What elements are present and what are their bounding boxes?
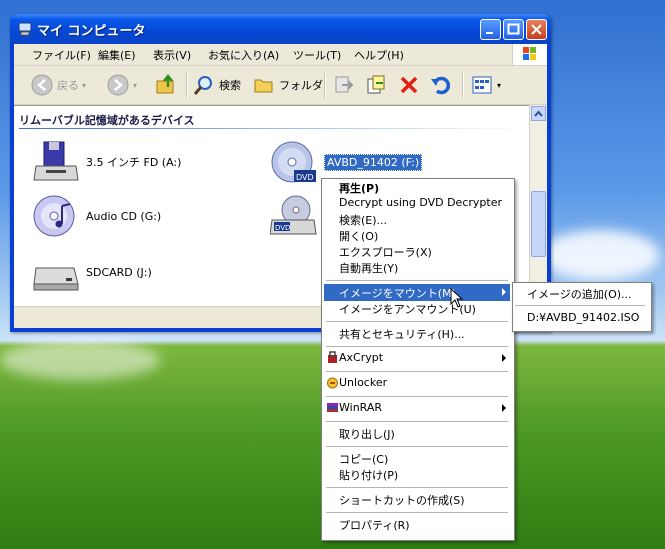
- device-label-selected: AVBD_91402 (F:): [324, 153, 423, 171]
- menu-item-axcrypt[interactable]: AxCrypt: [324, 350, 510, 367]
- minimize-button[interactable]: [480, 19, 501, 40]
- scroll-up-button[interactable]: [531, 106, 546, 121]
- window-title: マイ コンピュータ: [37, 24, 146, 39]
- group-header: リムーバブル記憶域があるデバイス: [19, 114, 195, 127]
- device-label: 3.5 インチ FD (A:): [86, 156, 182, 169]
- menu-item-open[interactable]: 開く(O): [324, 227, 510, 244]
- menu-item-properties[interactable]: プロパティ(R): [324, 516, 510, 533]
- chevron-up-icon: [534, 110, 543, 117]
- mouse-pointer-icon: [450, 288, 464, 308]
- views-button[interactable]: ▾: [470, 72, 501, 98]
- menu-bar: ファイル(F) 編集(E) 表示(V) お気に入り(A) ツール(T) ヘルプ(…: [14, 44, 547, 66]
- submenu-arrow-icon: [502, 404, 506, 412]
- back-dropdown-icon[interactable]: ▾: [82, 81, 86, 90]
- toolbar: 戻る ▾ ▾ 検索 フォルダ ▾: [14, 66, 547, 105]
- scroll-thumb[interactable]: [531, 191, 546, 257]
- folders-label: フォルダ: [279, 79, 323, 92]
- menu-item-explore[interactable]: エクスプローラ(X): [324, 243, 510, 260]
- submenu-item-iso-file[interactable]: D:¥AVBD_91402.ISO: [515, 310, 649, 327]
- audio-cd-icon: [33, 195, 75, 237]
- device-dvd-drive[interactable]: DVD: [270, 194, 324, 238]
- mount-submenu: イメージの追加(O)... D:¥AVBD_91402.ISO: [512, 282, 652, 332]
- submenu-arrow-icon: [502, 288, 506, 296]
- copy-to-icon: [364, 73, 388, 97]
- menu-item-unlocker[interactable]: Unlocker: [324, 375, 510, 392]
- menu-favorites[interactable]: お気に入り(A): [208, 47, 279, 63]
- folders-button[interactable]: フォルダ: [252, 72, 323, 98]
- dvd-drive-icon: DVD: [270, 195, 317, 235]
- windows-logo-icon: [512, 44, 547, 65]
- minimize-icon: [486, 32, 493, 34]
- device-label: Audio CD (G:): [86, 209, 162, 223]
- maximize-button[interactable]: [503, 19, 524, 40]
- menu-item-create-shortcut[interactable]: ショートカットの作成(S): [324, 491, 510, 508]
- menu-item-mount-image[interactable]: イメージをマウント(M): [324, 284, 510, 301]
- menu-item-sharing-security[interactable]: 共有とセキュリティ(H)...: [324, 325, 510, 342]
- forward-dropdown-icon[interactable]: ▾: [133, 81, 137, 90]
- floppy-drive-icon: [33, 141, 79, 181]
- svg-text:DVD: DVD: [296, 173, 314, 182]
- forward-arrow-icon: [106, 73, 130, 97]
- move-to-icon: [332, 73, 356, 97]
- submenu-arrow-icon: [502, 354, 506, 362]
- title-bar[interactable]: マイ コンピュータ: [10, 14, 551, 44]
- menu-item-search[interactable]: 検索(E)...: [324, 211, 510, 228]
- delete-button[interactable]: [397, 72, 421, 98]
- context-menu: 再生(P) Decrypt using DVD Decrypter 検索(E).…: [321, 178, 515, 541]
- forward-button[interactable]: ▾: [106, 72, 137, 98]
- menu-item-paste[interactable]: 貼り付け(P): [324, 466, 510, 483]
- move-to-button[interactable]: [332, 72, 356, 98]
- removable-drive-icon: [33, 267, 79, 291]
- search-icon: [192, 73, 216, 97]
- undo-icon: [429, 73, 453, 97]
- search-label: 検索: [219, 79, 241, 92]
- views-grid-icon: [470, 73, 494, 97]
- submenu-item-add-image[interactable]: イメージの追加(O)...: [515, 285, 649, 302]
- device-label: SDCARD (J:): [86, 265, 152, 279]
- device-audio-cd[interactable]: Audio CD (G:): [32, 194, 161, 238]
- views-dropdown-icon[interactable]: ▾: [497, 81, 501, 90]
- unlocker-icon: [327, 377, 338, 389]
- svg-text:DVD: DVD: [275, 224, 290, 232]
- folders-icon: [252, 73, 276, 97]
- vertical-scrollbar[interactable]: [529, 105, 547, 306]
- back-label: 戻る: [57, 79, 79, 92]
- maximize-icon: [507, 23, 520, 35]
- menu-item-copy[interactable]: コピー(C): [324, 450, 510, 467]
- dvd-disc-icon: DVD: [271, 141, 316, 183]
- menu-tools[interactable]: ツール(T): [293, 47, 341, 63]
- undo-button[interactable]: [429, 72, 453, 98]
- menu-item-decrypt[interactable]: Decrypt using DVD Decrypter: [324, 195, 510, 212]
- menu-item-autoplay[interactable]: 自動再生(Y): [324, 259, 510, 276]
- menu-item-unmount-image[interactable]: イメージをアンマウント(U): [324, 300, 510, 317]
- close-button[interactable]: [526, 19, 547, 40]
- close-icon: [531, 24, 542, 35]
- back-arrow-icon: [30, 73, 54, 97]
- menu-help[interactable]: ヘルプ(H): [354, 47, 404, 63]
- device-sdcard[interactable]: SDCARD (J:): [32, 250, 152, 294]
- up-folder-button[interactable]: [154, 72, 178, 98]
- menu-item-winrar[interactable]: WinRAR: [324, 400, 510, 417]
- my-computer-icon: [18, 22, 32, 36]
- menu-file[interactable]: ファイル(F): [32, 47, 91, 63]
- up-folder-icon: [154, 73, 178, 97]
- winrar-icon: [327, 403, 338, 412]
- axcrypt-icon: [328, 351, 337, 363]
- delete-x-icon: [397, 73, 421, 97]
- search-button[interactable]: 検索: [192, 72, 241, 98]
- menu-item-eject[interactable]: 取り出し(J): [324, 425, 510, 442]
- menu-item-play[interactable]: 再生(P): [324, 179, 510, 196]
- copy-to-button[interactable]: [364, 72, 388, 98]
- back-button[interactable]: 戻る ▾: [30, 72, 86, 98]
- menu-view[interactable]: 表示(V): [153, 47, 191, 63]
- menu-edit[interactable]: 編集(E): [98, 47, 136, 63]
- device-floppy[interactable]: 3.5 インチ FD (A:): [32, 140, 181, 184]
